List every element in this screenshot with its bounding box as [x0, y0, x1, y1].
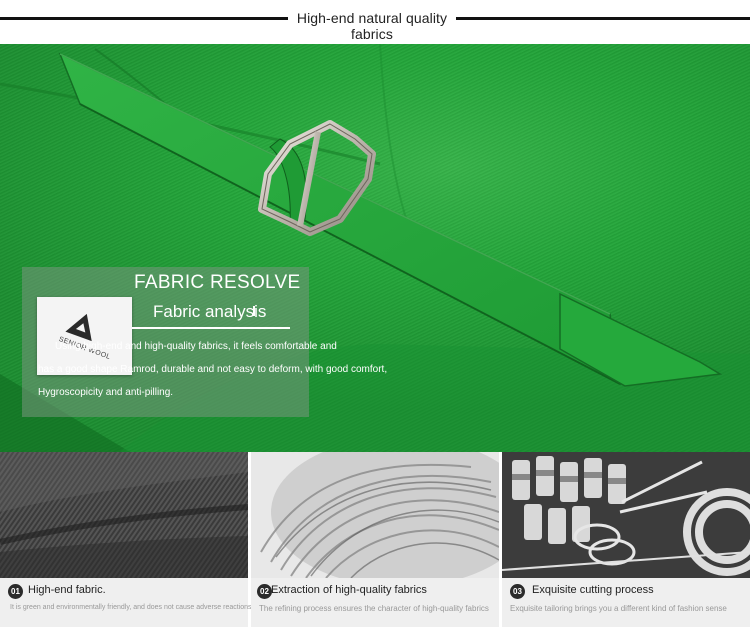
feature-description: The refining process ensures the charact…: [259, 604, 489, 613]
panel-rule: [132, 327, 290, 329]
feature-extraction: 02 Extraction of high-quality fabrics Th…: [251, 452, 499, 627]
feature-number: 03: [510, 584, 525, 599]
feature-row: 01 High-end fabric. It is green and envi…: [0, 452, 750, 627]
feature-number: 02: [257, 584, 272, 599]
panel-description-line: Using high-end and high-quality fabrics,…: [55, 341, 337, 352]
feature-number: 01: [8, 584, 23, 599]
hero-fabric-image: SENIOR WOOL FABRIC RESOLVE Fabric analys…: [0, 44, 750, 452]
feature-title: High-end fabric.: [28, 584, 106, 596]
header-rule-left: [0, 17, 288, 20]
header-title: High-end natural quality fabrics: [296, 10, 448, 42]
denim-fabric-image: [0, 452, 248, 578]
feature-cutting: 03 Exquisite cutting process Exquisite t…: [502, 452, 750, 627]
feature-title: Extraction of high-quality fabrics: [271, 584, 427, 596]
panel-description-line: Hygroscopicity and anti-pilling.: [38, 387, 174, 398]
feature-high-end-fabric: 01 High-end fabric. It is green and envi…: [0, 452, 366, 627]
feature-title: Exquisite cutting process: [532, 584, 654, 596]
subtitle-tick: [253, 306, 255, 316]
panel-description-line: has a good shape Ramrod, durable and not…: [38, 364, 388, 375]
panel-title: FABRIC RESOLVE: [134, 272, 301, 293]
yarn-image: [251, 452, 499, 578]
panel-subtitle: Fabric analysis: [153, 302, 267, 321]
tailoring-tools-image: [502, 452, 750, 578]
feature-description: Exquisite tailoring brings you a differe…: [510, 604, 727, 613]
page-header: High-end natural quality fabrics: [0, 0, 750, 44]
header-rule-right: [456, 17, 750, 20]
